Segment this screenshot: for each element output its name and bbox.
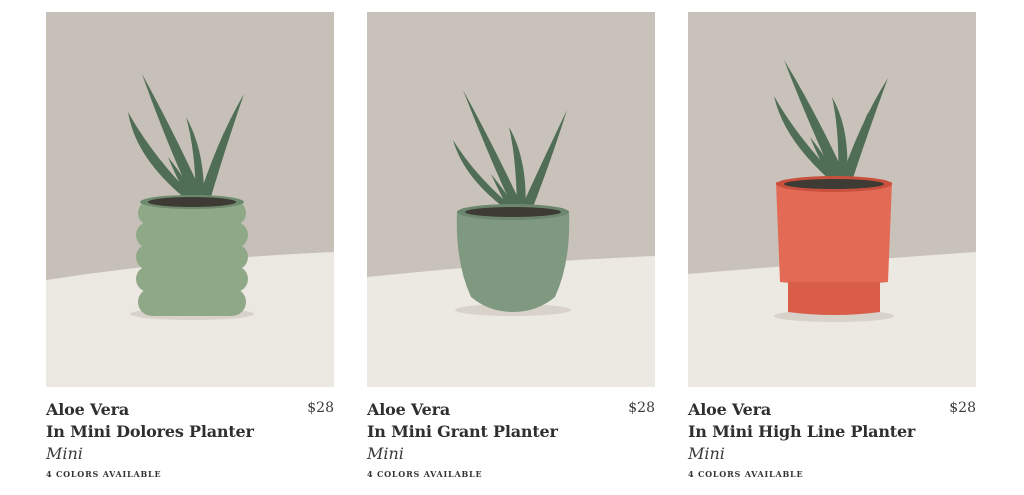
product-image[interactable] <box>46 12 334 387</box>
colors-available-label[interactable]: 4 COLORS AVAILABLE <box>688 469 976 479</box>
colors-available-label[interactable]: 4 COLORS AVAILABLE <box>46 469 334 479</box>
product-card[interactable]: Aloe Vera $28 In Mini High Line Planter … <box>688 12 976 479</box>
product-planter[interactable]: In Mini Dolores Planter <box>46 421 334 443</box>
product-planter[interactable]: In Mini High Line Planter <box>688 421 976 443</box>
product-price: $28 <box>628 400 655 416</box>
product-size: Mini <box>688 444 725 463</box>
product-card[interactable]: Aloe Vera $28 In Mini Grant Planter Mini… <box>367 12 655 479</box>
colors-available-label[interactable]: 4 COLORS AVAILABLE <box>367 469 655 479</box>
product-grid: Aloe Vera $28 In Mini Dolores Planter Mi… <box>0 0 1024 495</box>
product-price: $28 <box>949 400 976 416</box>
aloe-highline-photo <box>688 12 976 387</box>
product-price: $28 <box>307 400 334 416</box>
product-name[interactable]: Aloe Vera <box>367 399 655 421</box>
aloe-grant-photo <box>367 12 655 387</box>
product-image[interactable] <box>367 12 655 387</box>
product-image[interactable] <box>688 12 976 387</box>
product-name[interactable]: Aloe Vera <box>46 399 334 421</box>
product-name[interactable]: Aloe Vera <box>688 399 976 421</box>
product-card[interactable]: Aloe Vera $28 In Mini Dolores Planter Mi… <box>46 12 334 479</box>
aloe-dolores-photo <box>46 12 334 387</box>
product-size: Mini <box>46 444 83 463</box>
product-planter[interactable]: In Mini Grant Planter <box>367 421 655 443</box>
product-size: Mini <box>367 444 404 463</box>
